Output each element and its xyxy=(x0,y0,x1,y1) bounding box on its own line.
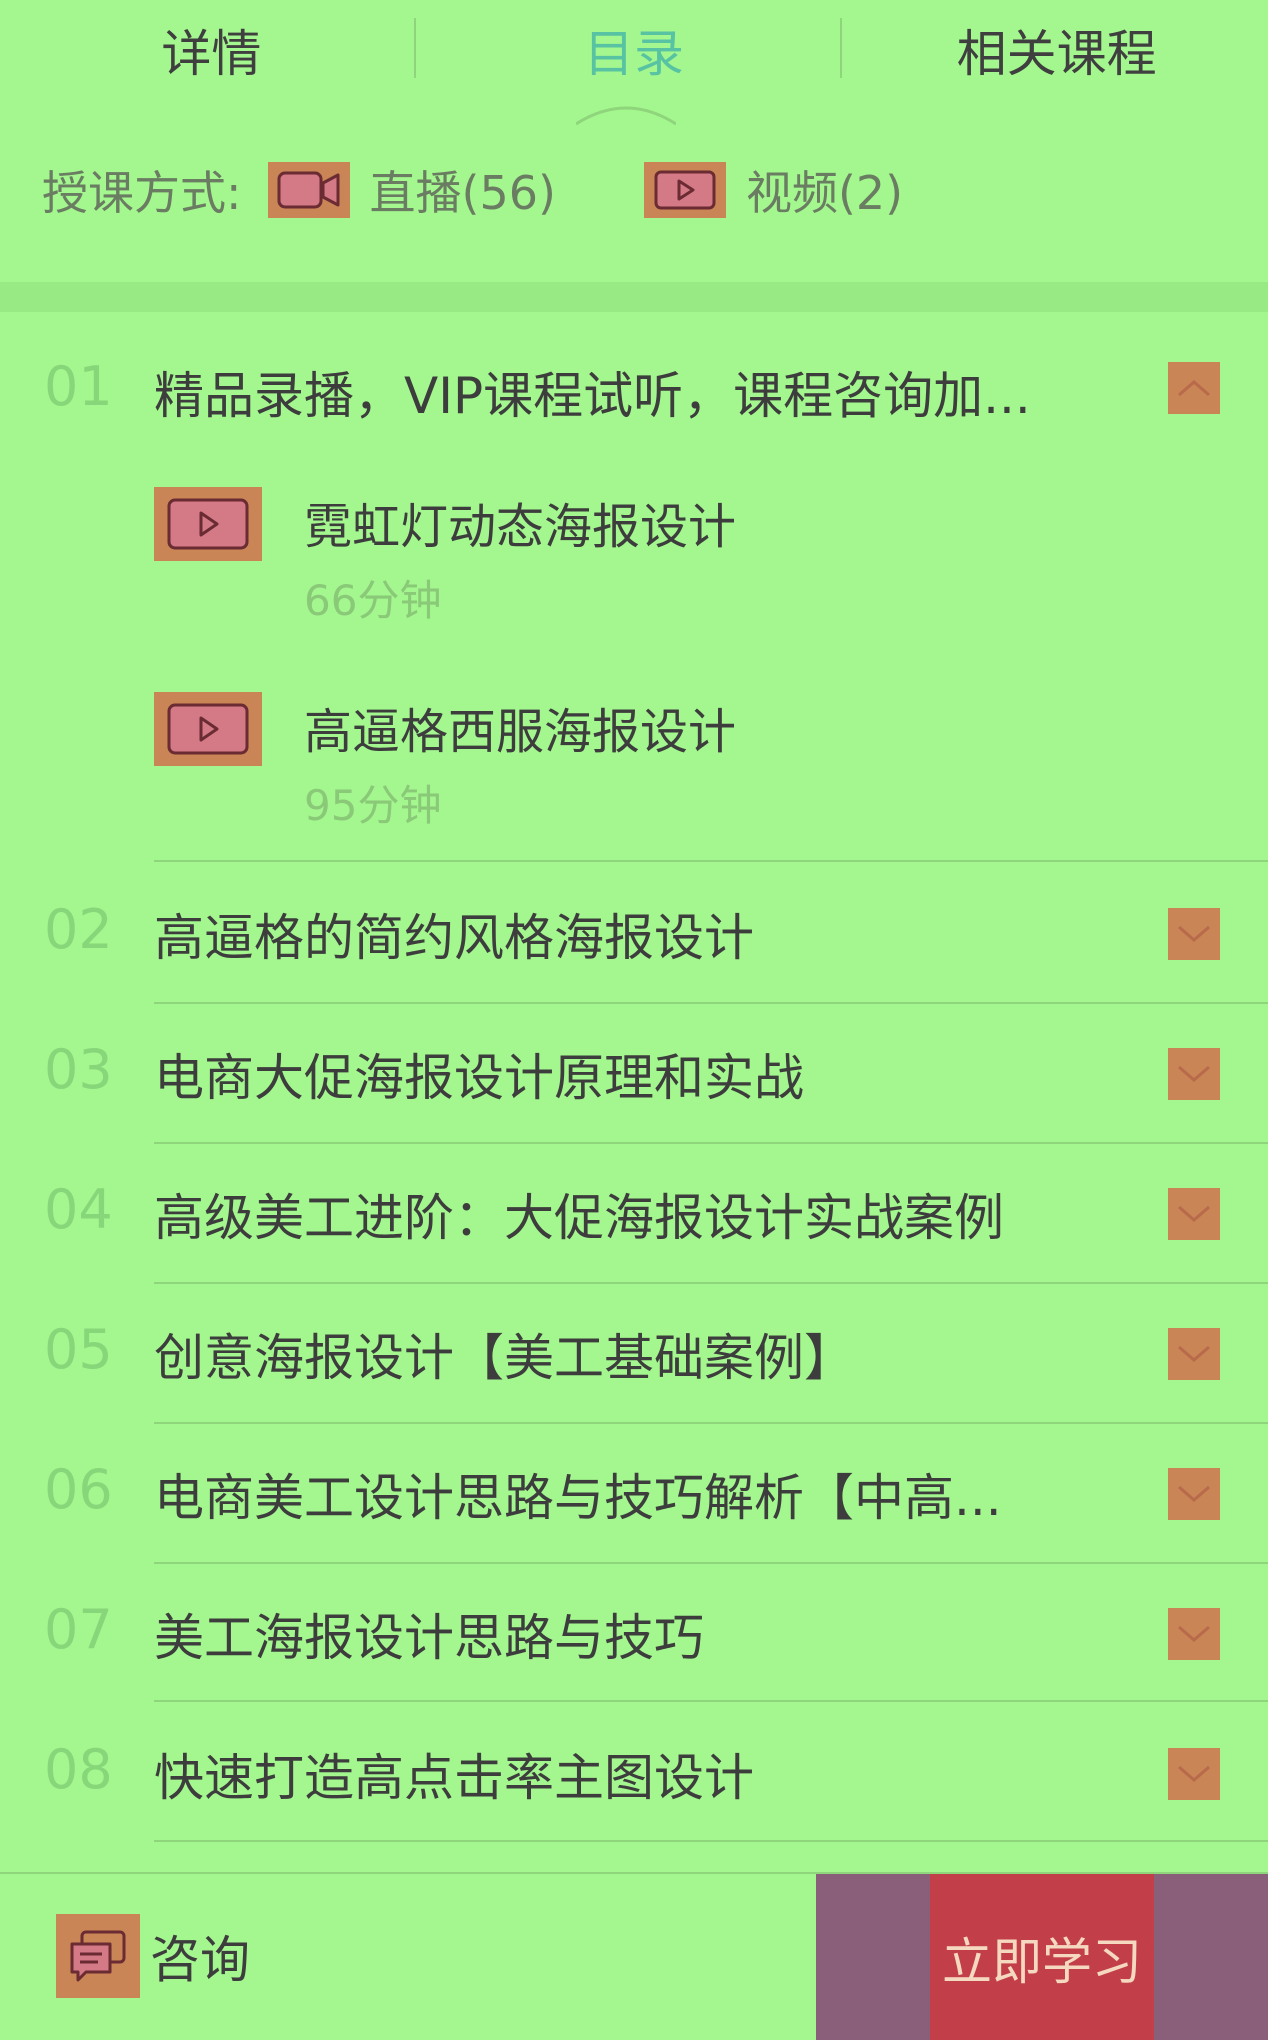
chevron-down-icon[interactable] xyxy=(1168,1748,1220,1800)
chevron-down-icon[interactable] xyxy=(1168,1188,1220,1240)
chapter-number: 03 xyxy=(44,1038,113,1101)
tab-separator xyxy=(414,18,416,78)
chevron-down-icon[interactable] xyxy=(1168,1048,1220,1100)
chapter-number: 07 xyxy=(44,1598,113,1661)
row-divider xyxy=(154,860,1268,862)
row-divider xyxy=(154,1562,1268,1564)
chevron-up-icon[interactable] xyxy=(1168,362,1220,414)
consult-label: 咨询 xyxy=(150,1931,250,1989)
row-divider xyxy=(154,1282,1268,1284)
row-divider xyxy=(154,1840,1268,1842)
play-icon xyxy=(643,162,726,218)
lesson-duration: 95分钟 xyxy=(304,781,442,830)
lesson-title: 高逼格西服海报设计 xyxy=(304,704,737,760)
lesson-duration: 66分钟 xyxy=(304,576,442,625)
chat-icon xyxy=(56,1914,140,1998)
chapter-number: 02 xyxy=(44,898,113,961)
chapter-title: 快速打造高点击率主图设计 xyxy=(154,1749,754,1807)
tab-separator xyxy=(840,18,842,78)
live-count: 直播(56) xyxy=(369,166,556,220)
bottom-action-bar: 咨询 立即学习 xyxy=(0,1872,1268,2040)
video-camera-icon xyxy=(267,162,350,218)
chapter-title: 创意海报设计【美工基础案例】 xyxy=(154,1329,854,1387)
section-divider xyxy=(0,282,1268,312)
row-divider xyxy=(154,1142,1268,1144)
chapter-title: 精品录播，VIP课程试听，课程咨询加... xyxy=(154,367,1031,425)
lesson-title: 霓虹灯动态海报设计 xyxy=(304,499,737,555)
chapter-title: 美工海报设计思路与技巧 xyxy=(154,1609,704,1667)
row-divider xyxy=(154,1422,1268,1424)
chevron-down-icon[interactable] xyxy=(1168,908,1220,960)
row-divider xyxy=(154,1002,1268,1004)
chevron-down-icon[interactable] xyxy=(1168,1328,1220,1380)
chapter-title: 电商美工设计思路与技巧解析【中高... xyxy=(154,1469,1002,1527)
chapter-title: 高级美工进阶：大促海报设计实战案例 xyxy=(154,1189,1004,1247)
chapter-number: 05 xyxy=(44,1318,113,1381)
video-count: 视频(2) xyxy=(745,166,904,220)
tab-related-courses[interactable]: 相关课程 xyxy=(845,0,1268,120)
consult-button[interactable]: 咨询 xyxy=(56,1914,250,1998)
teaching-mode-label: 授课方式: xyxy=(42,166,242,220)
row-divider xyxy=(154,1700,1268,1702)
chevron-down-icon[interactable] xyxy=(1168,1608,1220,1660)
start-learning-button[interactable]: 立即学习 xyxy=(930,1874,1154,2040)
course-catalog-page: 详情 目录 相关课程 授课方式: 直播(56) 视频(2) 01 精品录播，VI… xyxy=(0,0,1268,2040)
chapter-title: 电商大促海报设计原理和实战 xyxy=(154,1049,804,1107)
study-button-area[interactable]: 立即学习 xyxy=(816,1874,1268,2040)
play-icon xyxy=(154,692,262,766)
chevron-down-icon[interactable] xyxy=(1168,1468,1220,1520)
chapter-number: 08 xyxy=(44,1738,113,1801)
chapter-title: 高逼格的简约风格海报设计 xyxy=(154,909,754,967)
chapter-number: 04 xyxy=(44,1178,113,1241)
chapter-number: 01 xyxy=(44,355,113,418)
play-icon xyxy=(154,487,262,561)
teaching-mode-row: 授课方式: 直播(56) 视频(2) xyxy=(42,155,903,225)
tab-details[interactable]: 详情 xyxy=(0,0,423,120)
chapter-number: 06 xyxy=(44,1458,113,1521)
active-tab-caret xyxy=(576,106,676,126)
